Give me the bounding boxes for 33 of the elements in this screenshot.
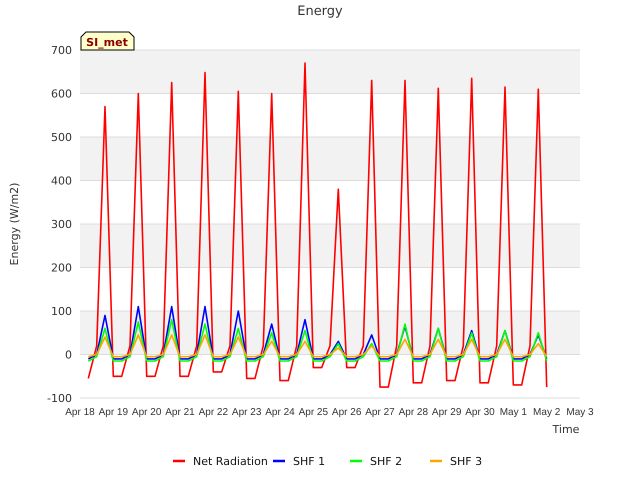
site-label: SI_met	[80, 32, 134, 50]
legend-label: Net Radiation	[193, 455, 268, 468]
x-tick-label: Apr 22	[198, 407, 228, 418]
x-axis-label: Time	[552, 423, 580, 436]
x-tick-label: May 3	[566, 407, 594, 418]
y-tick-label: 700	[51, 44, 72, 57]
x-tick-label: May 2	[533, 407, 560, 418]
x-tick-label: Apr 24	[265, 407, 295, 418]
y-tick-label: 400	[51, 174, 72, 188]
legend-label: SHF 3	[450, 455, 482, 468]
x-tick-label: Apr 28	[398, 407, 428, 418]
x-tick-label: Apr 18	[65, 407, 95, 418]
x-tick-label: May 1	[500, 407, 527, 418]
y-tick-label: 0	[65, 348, 72, 362]
chart-title: Energy	[297, 4, 343, 19]
legend-label: SHF 2	[370, 455, 402, 468]
y-tick-label: 600	[51, 88, 72, 100]
x-tick-label: Apr 26	[332, 407, 362, 418]
x-tick-label: Apr 25	[298, 407, 328, 418]
y-axis-label: Energy (W/m2)	[8, 182, 21, 266]
x-tick-label: Apr 21	[165, 407, 195, 418]
x-tick-label: Apr 19	[98, 407, 128, 418]
x-tick-label: Apr 27	[365, 407, 395, 418]
y-tick-label: 200	[51, 262, 72, 274]
x-tick-label: Apr 29	[432, 407, 462, 418]
x-tick-label: Apr 23	[232, 407, 262, 418]
y-tick-label: 300	[51, 218, 72, 231]
x-tick-label: Apr 30	[465, 407, 495, 418]
y-tick-label: 100	[51, 305, 72, 318]
legend-label: SHF 1	[293, 455, 326, 468]
x-tick-label: Apr 20	[132, 407, 162, 418]
y-tick-label: 500	[51, 131, 72, 144]
y-tick-label: -100	[47, 392, 72, 405]
